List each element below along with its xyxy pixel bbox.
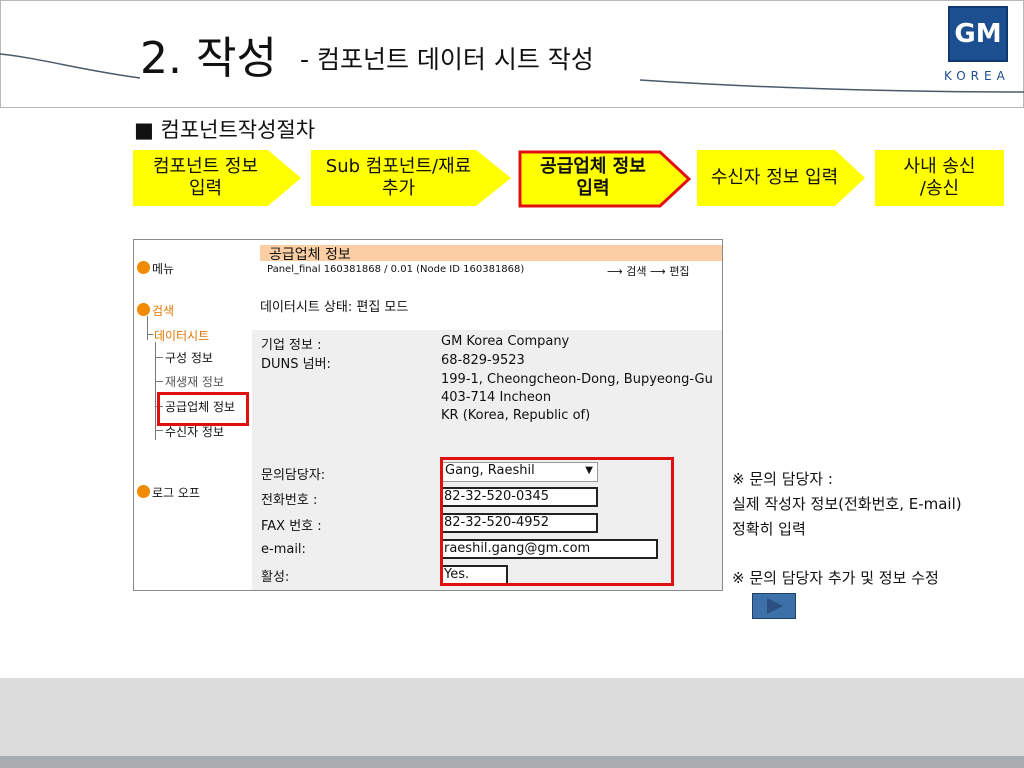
process-step-3: 공급업체 정보 입력 (518, 150, 691, 208)
note-contact-title: ※ 문의 담당자 : (732, 470, 833, 488)
tree-line (155, 430, 163, 431)
nav-item-recycled[interactable]: 재생재 정보 (165, 373, 224, 390)
nav-item-composition[interactable]: 구성 정보 (165, 349, 213, 366)
process-step-2: Sub 컴포넌트/재료 추가 (311, 150, 511, 206)
form-highlight-box (440, 457, 674, 586)
note-contact-instruction: 정확히 입력 (732, 520, 806, 538)
nav-datasheet[interactable]: 데이터시트 (154, 327, 209, 344)
process-step-5: 사내 송신 /송신 (875, 150, 1004, 206)
search-link[interactable]: 검색 (626, 265, 646, 278)
email-label: e-mail: (261, 542, 306, 557)
bullet-icon (137, 485, 150, 498)
process-step-label: 수신자 정보 입력 (710, 167, 839, 188)
address-line-1: 199-1, Cheongcheon-Dong, Bupyeong-Gu (441, 372, 713, 387)
tree-line (155, 357, 163, 358)
process-step-4: 수신자 정보 입력 (697, 150, 865, 206)
company-label: 기업 정보 : (261, 338, 322, 353)
active-label: 활성: (261, 570, 290, 585)
nav-logoff[interactable]: 로그 오프 (152, 484, 200, 501)
address-line-2: 403-714 Incheon (441, 390, 552, 405)
nav-search[interactable]: 검색 (152, 302, 174, 319)
header-swoosh (0, 53, 141, 79)
play-button[interactable] (752, 593, 796, 619)
duns-label: DUNS 넘버: (261, 357, 331, 372)
contact-label: 문의담당자: (261, 468, 326, 483)
slide-title: 2. 작성 (140, 33, 277, 84)
note-add-contact: ※ 문의 담당자 추가 및 정보 수정 (732, 569, 939, 587)
slide-footer-strip (0, 756, 1024, 768)
panel-title: 공급업체 정보 (269, 247, 351, 263)
process-step-label: 공급업체 정보 입력 (540, 156, 646, 199)
process-step-1: 컴포넌트 정보 입력 (133, 150, 301, 206)
arrow-icon: ⟶ (650, 265, 666, 278)
section-heading: ■ 컴포넌트작성절차 (134, 118, 316, 142)
edit-link[interactable]: 편집 (669, 265, 689, 278)
tree-line (147, 316, 148, 340)
play-icon (767, 598, 783, 614)
phone-label: 전화번호 : (261, 493, 318, 508)
fax-label: FAX 번호 : (261, 519, 322, 534)
duns-value: 68-829-9523 (441, 353, 525, 368)
nav-menu[interactable]: 메뉴 (152, 260, 174, 277)
gm-logo: GM (948, 6, 1008, 62)
company-name: GM Korea Company (441, 334, 570, 349)
nav-highlight-box (157, 392, 249, 426)
datasheet-status: 데이터시트 상태: 편집 모드 (260, 300, 409, 315)
tree-line (147, 334, 153, 335)
slide-footer (0, 678, 1024, 756)
process-step-label: 사내 송신 /송신 (903, 156, 976, 199)
arrow-icon: ⟶ (607, 265, 623, 278)
embedded-screenshot: 메뉴 검색 데이터시트 구성 정보 재생재 정보 공급업체 정보 수신자 정보 … (133, 239, 723, 591)
panel-meta: Panel_final 160381868 / 0.01 (Node ID 16… (267, 264, 525, 275)
gm-logo-korea: KOREA (944, 69, 1010, 83)
tree-line (155, 381, 163, 382)
address-line-3: KR (Korea, Republic of) (441, 408, 591, 423)
note-contact-detail: 실제 작성자 정보(전화번호, E-mail) (732, 495, 962, 513)
panel-links: ⟶ 검색 ⟶ 편집 (607, 263, 690, 279)
process-step-label: 컴포넌트 정보 입력 (152, 156, 259, 199)
bullet-icon (137, 261, 150, 274)
bullet-icon (137, 303, 150, 316)
process-step-label: Sub 컴포넌트/재료 추가 (325, 156, 472, 199)
slide-subtitle: - 컴포넌트 데이터 시트 작성 (300, 45, 594, 74)
